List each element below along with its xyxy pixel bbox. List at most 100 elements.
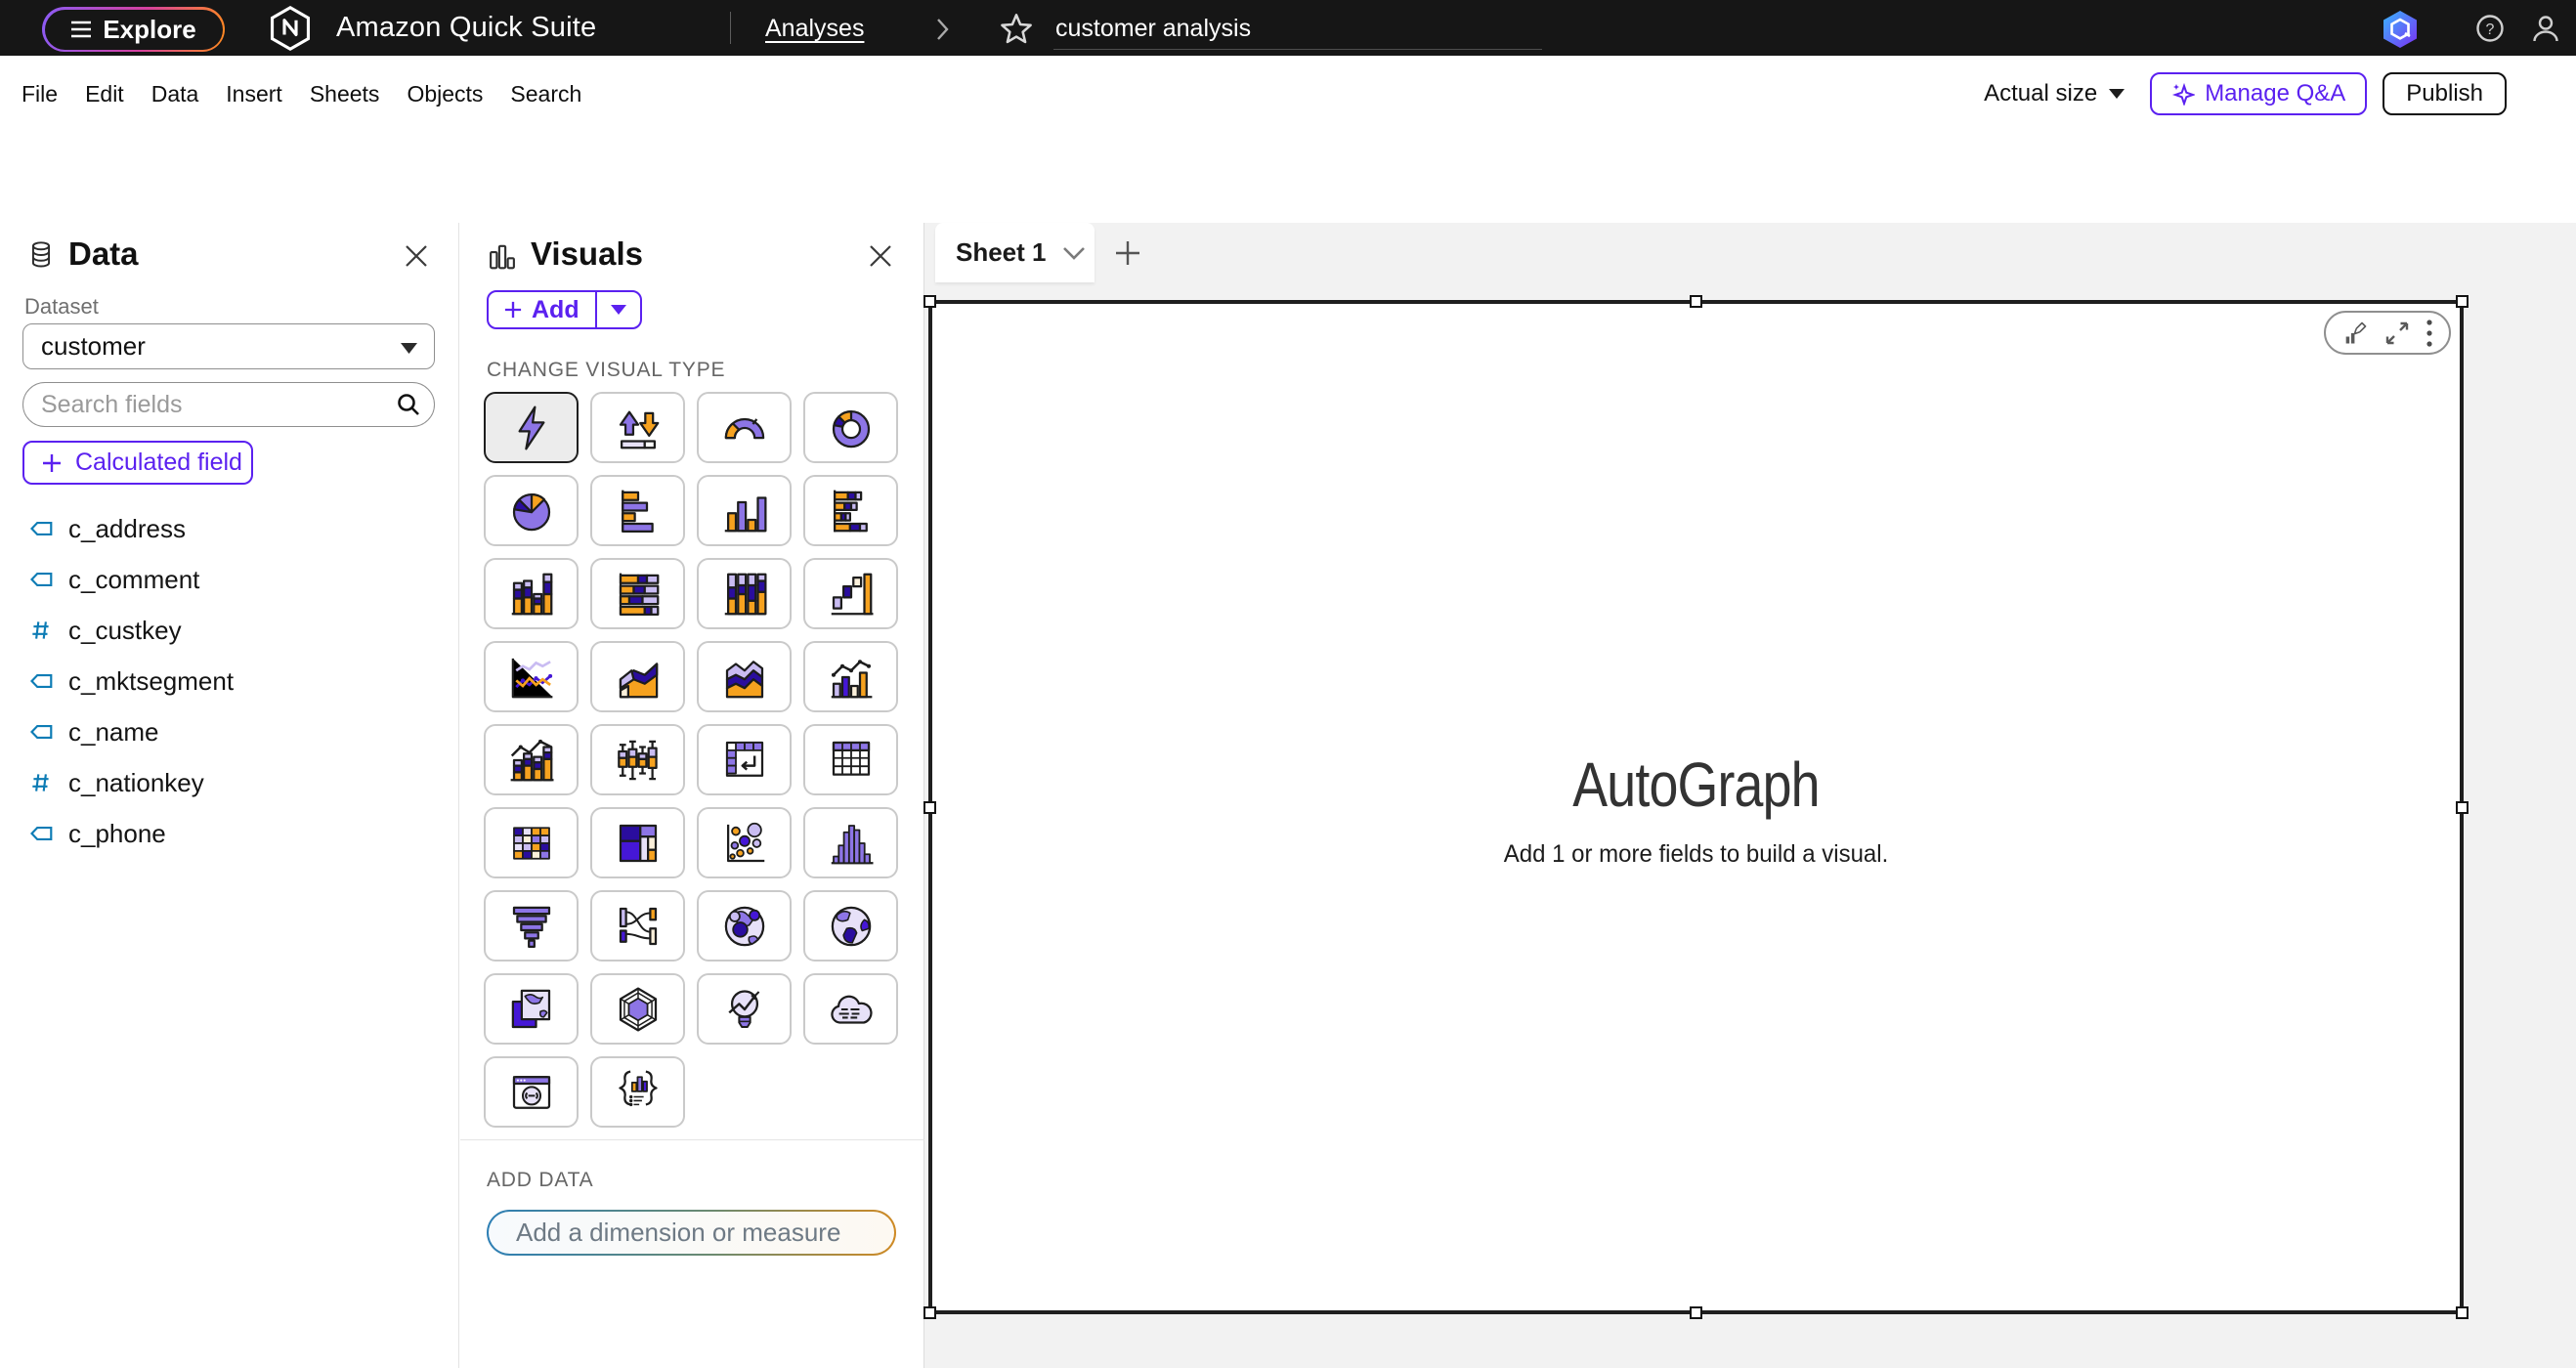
add-visual-dropdown[interactable] <box>597 292 640 327</box>
selected-visual[interactable]: AutoGraph Add 1 or more fields to build … <box>928 300 2464 1314</box>
field-name: c_custkey <box>68 616 182 646</box>
dataset-value: customer <box>41 331 146 362</box>
favorite-star-icon[interactable] <box>1000 13 1033 45</box>
user-profile-icon[interactable] <box>2531 14 2560 43</box>
visual-type-line-chart[interactable] <box>484 641 579 712</box>
visual-type-kpi[interactable] <box>590 392 685 463</box>
dataset-dropdown[interactable]: customer <box>22 323 435 369</box>
calculated-field-button[interactable]: Calculated field <box>22 441 253 485</box>
menu-search[interactable]: Search <box>510 81 581 107</box>
zoom-level-select[interactable]: Actual size <box>1984 80 2125 107</box>
visual-type-stacked-bar-combo[interactable] <box>484 724 579 795</box>
visual-type-filled-map[interactable] <box>803 890 898 962</box>
visual-type-radar-chart[interactable] <box>590 973 685 1045</box>
visual-type-histogram[interactable] <box>803 807 898 878</box>
visual-type-bar-vertical-100-stacked[interactable] <box>697 558 792 629</box>
q-assistant-icon[interactable] <box>2382 10 2419 49</box>
visual-type-area-line-chart[interactable] <box>590 641 685 712</box>
help-icon[interactable]: ? <box>2475 14 2505 43</box>
sheet-tab[interactable]: Sheet 1 <box>935 223 1095 282</box>
close-visuals-panel-icon[interactable] <box>869 244 892 268</box>
menu-edit[interactable]: Edit <box>85 81 124 107</box>
change-visual-type-label: CHANGE VISUAL TYPE <box>487 359 725 382</box>
menu-insert[interactable]: Insert <box>226 81 282 107</box>
field-item-c_phone[interactable]: c_phone <box>0 808 459 859</box>
string-field-icon <box>27 718 55 746</box>
visual-type-autograph[interactable] <box>484 392 579 463</box>
number-field-icon <box>27 769 55 796</box>
resize-handle-mid-left[interactable] <box>923 801 936 814</box>
dataset-label: Dataset <box>24 294 99 320</box>
edit-visual-icon[interactable] <box>2341 320 2369 347</box>
number-field-icon <box>27 617 55 644</box>
string-field-icon <box>27 667 55 695</box>
visual-type-clustered-bar-combo[interactable] <box>803 641 898 712</box>
visual-type-gauge[interactable] <box>697 392 792 463</box>
menu-data[interactable]: Data <box>151 81 199 107</box>
resize-handle-top-mid[interactable] <box>1690 295 1702 308</box>
resize-handle-top-right[interactable] <box>2456 295 2469 308</box>
visual-type-bar-vertical-stacked[interactable] <box>484 558 579 629</box>
field-item-c_name[interactable]: c_name <box>0 706 459 757</box>
expand-visual-icon[interactable] <box>2384 321 2410 346</box>
explore-button[interactable]: Explore <box>42 7 225 52</box>
resize-handle-bottom-mid[interactable] <box>1690 1306 1702 1319</box>
line-chart-icon <box>505 651 558 704</box>
visual-type-plugin-visual[interactable] <box>590 1056 685 1128</box>
visual-type-pie[interactable] <box>484 475 579 546</box>
visual-type-box-plot[interactable] <box>590 724 685 795</box>
visual-type-funnel-chart[interactable] <box>484 890 579 962</box>
field-item-c_nationkey[interactable]: c_nationkey <box>0 757 459 808</box>
field-item-c_comment[interactable]: c_comment <box>0 554 459 605</box>
menu-right-group: Actual size Manage Q&A Publish <box>1984 56 2507 132</box>
field-search-input[interactable] <box>22 382 435 427</box>
visual-type-pivot-table[interactable] <box>697 724 792 795</box>
visual-type-points-on-map[interactable] <box>697 890 792 962</box>
field-item-c_custkey[interactable]: c_custkey <box>0 605 459 656</box>
visual-type-donut[interactable] <box>803 392 898 463</box>
manage-qa-button[interactable]: Manage Q&A <box>2150 72 2367 115</box>
visual-type-bar-vertical[interactable] <box>697 475 792 546</box>
breadcrumb-analyses-link[interactable]: Analyses <box>765 15 864 43</box>
chevron-down-icon[interactable] <box>1062 246 1086 260</box>
visual-type-table[interactable] <box>803 724 898 795</box>
resize-handle-top-left[interactable] <box>923 295 936 308</box>
field-item-c_mktsegment[interactable]: c_mktsegment <box>0 656 459 706</box>
resize-handle-bottom-left[interactable] <box>923 1306 936 1319</box>
hamburger-icon <box>70 21 92 38</box>
menu-sheets[interactable]: Sheets <box>310 81 380 107</box>
resize-handle-mid-right[interactable] <box>2456 801 2469 814</box>
visual-type-stacked-area-chart[interactable] <box>697 641 792 712</box>
add-sheet-button[interactable] <box>1110 235 1145 271</box>
visual-type-bar-horizontal-stacked[interactable] <box>803 475 898 546</box>
visual-type-waterfall[interactable] <box>803 558 898 629</box>
autograph-subtitle: Add 1 or more fields to build a visual. <box>963 840 2428 869</box>
menu-bar: File Edit Data Insert Sheets Objects Search Ac… <box>0 56 2576 132</box>
menu-file[interactable]: File <box>21 81 58 107</box>
visual-type-heat-map[interactable] <box>484 807 579 878</box>
visual-type-word-cloud[interactable] <box>803 973 898 1045</box>
add-dimension-or-measure-well[interactable]: Add a dimension or measure <box>487 1210 896 1256</box>
kebab-menu-icon[interactable] <box>2426 319 2433 348</box>
visual-type-tree-map[interactable] <box>590 807 685 878</box>
visual-type-scatter-plot[interactable] <box>697 807 792 878</box>
resize-handle-bottom-right[interactable] <box>2456 1306 2469 1319</box>
close-data-panel-icon[interactable] <box>405 244 428 268</box>
visual-type-sankey-diagram[interactable] <box>590 890 685 962</box>
visual-floating-toolbar <box>2324 311 2451 355</box>
visual-type-insights[interactable] <box>697 973 792 1045</box>
analysis-title[interactable]: customer analysis <box>1055 15 1251 43</box>
menu-objects[interactable]: Objects <box>407 81 483 107</box>
visual-type-custom-content[interactable] <box>484 1056 579 1128</box>
word-cloud-icon <box>825 983 878 1036</box>
sheet-tab-label: Sheet 1 <box>956 237 1047 268</box>
field-item-c_address[interactable]: c_address <box>0 503 459 554</box>
visual-type-bar-horizontal[interactable] <box>590 475 685 546</box>
field-name: c_address <box>68 514 186 544</box>
publish-button[interactable]: Publish <box>2383 72 2507 115</box>
visual-type-map-layers[interactable] <box>484 973 579 1045</box>
toolbar: ADD: <box>0 132 2576 223</box>
add-visual-button[interactable]: Add <box>487 290 642 329</box>
visual-type-bar-horizontal-100-stacked[interactable] <box>590 558 685 629</box>
visuals-panel: Visuals Add CHANGE VISUAL TYPE ADD DATA … <box>460 223 924 1368</box>
